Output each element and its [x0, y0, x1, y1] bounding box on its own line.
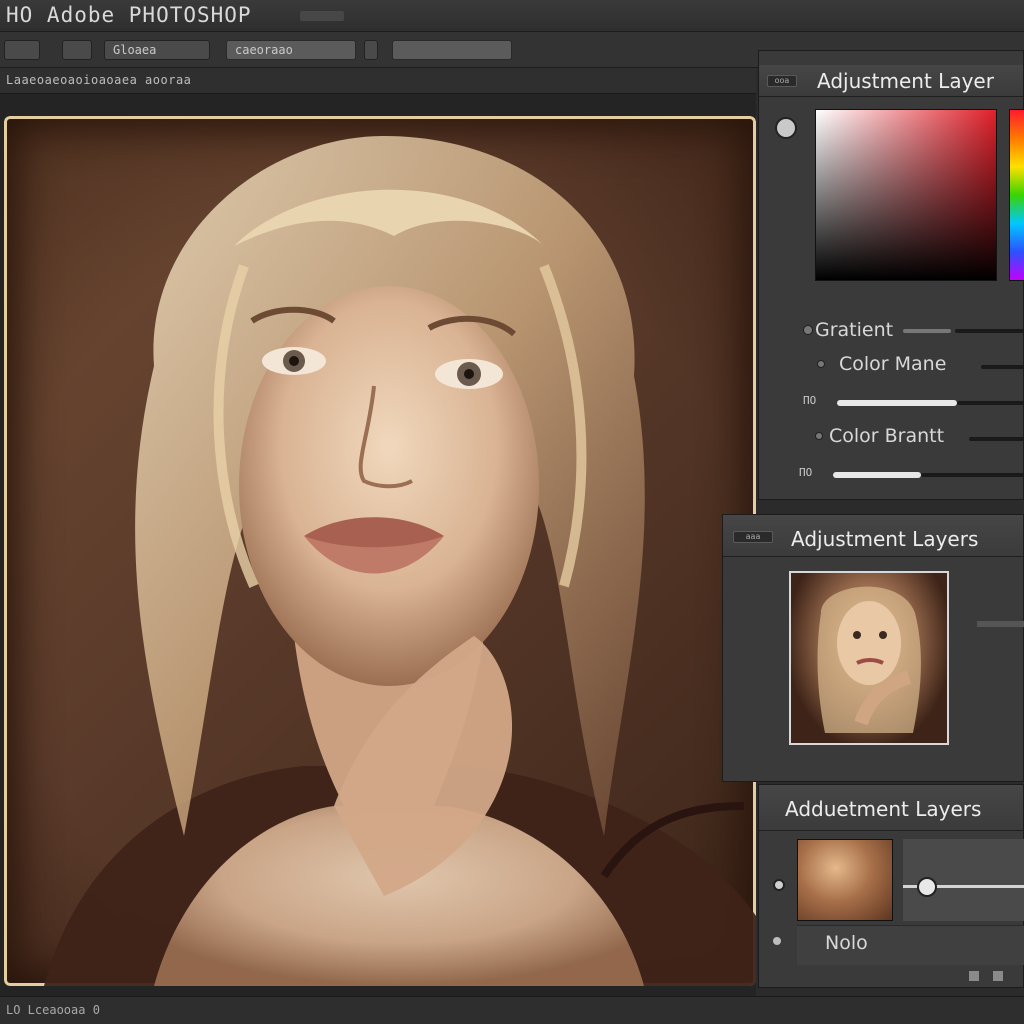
item-bullet	[815, 432, 823, 440]
adjustment-panel-title: Adduetment Layers	[785, 797, 982, 821]
thumbnail-image	[817, 586, 921, 733]
adjustment-item[interactable]: Gratient	[759, 319, 1024, 343]
portrait-image	[44, 136, 756, 986]
options-bar: Laaeoaeoaoioaoaea aooraa	[0, 68, 756, 94]
layers-panel-header: aaa Adjustment Layers	[723, 515, 1023, 557]
zoom-field[interactable]: caeoraao	[226, 40, 356, 60]
layer-name: Nolo	[825, 932, 868, 954]
hue-strip[interactable]	[1009, 109, 1024, 281]
status-text: LO Lceaooaa 0	[6, 1003, 100, 1017]
slider-row[interactable]: ПО	[759, 391, 1024, 415]
slider-track[interactable]	[921, 473, 1024, 477]
color-panel-title: Adjustment Layer	[817, 69, 994, 93]
adjustment-item-label: Color Mane	[839, 353, 947, 375]
title-bar: HO Adobe PHOTOSHOP	[0, 0, 1024, 32]
canvas-photo[interactable]	[4, 116, 756, 986]
panel-button[interactable]	[969, 971, 979, 981]
zoom-text: caeoraao	[235, 43, 293, 57]
item-bar	[955, 329, 1024, 333]
color-panel: ooa Adjustment Layer Gratient Color Mane…	[758, 50, 1024, 500]
layer-row[interactable]: Nolo	[797, 925, 1024, 965]
slider-tag: ПО	[803, 394, 817, 407]
status-bar: LO Lceaooaa 0	[0, 996, 1024, 1024]
adjustment-item-label: Color Brantt	[829, 425, 945, 447]
color-panel-tab[interactable]: ooa	[767, 75, 797, 87]
slider-tag: ПО	[799, 466, 813, 479]
color-picker-field[interactable]	[815, 109, 997, 281]
item-bar	[969, 437, 1024, 441]
adjustment-panel-header: Adduetment Layers	[759, 785, 1023, 831]
layer-slider-knob[interactable]	[917, 877, 937, 897]
layer-thumbnail[interactable]	[789, 571, 949, 745]
tool-chip[interactable]	[4, 40, 40, 60]
color-panel-header: ooa Adjustment Layer	[759, 65, 1023, 97]
adjustment-panel: Adduetment Layers Nolo	[758, 784, 1024, 988]
item-bar	[981, 365, 1024, 369]
layer-slider-area	[903, 839, 1024, 921]
layers-panel-tab[interactable]: aaa	[733, 531, 773, 543]
options-text: Laaeoaeoaoioaoaea aooraa	[6, 73, 192, 87]
layer-bullet	[773, 937, 781, 945]
item-bullet	[803, 325, 813, 335]
item-bullet	[817, 360, 825, 368]
cube-icon[interactable]	[775, 117, 797, 139]
eye-icon[interactable]	[773, 879, 785, 891]
layers-panel: aaa Adjustment Layers	[722, 514, 1024, 782]
slider-track[interactable]	[957, 401, 1024, 405]
window-tag[interactable]	[300, 11, 344, 21]
mode-select[interactable]: Gloaea	[104, 40, 210, 60]
panel-scroll-marker	[977, 621, 1024, 627]
adjustment-item[interactable]: Color Mane	[759, 353, 1024, 377]
panel-button[interactable]	[993, 971, 1003, 981]
layers-panel-title: Adjustment Layers	[791, 527, 979, 551]
app-title: HO Adobe PHOTOSHOP	[6, 3, 252, 27]
item-bar	[903, 329, 951, 333]
tool-chip[interactable]	[62, 40, 92, 60]
slider-fill	[837, 400, 957, 406]
layer-swatch[interactable]	[797, 839, 893, 921]
dropdown-toggle[interactable]	[364, 40, 378, 60]
mode-label: Gloaea	[113, 43, 157, 57]
slider-row[interactable]: ПО	[759, 463, 1024, 487]
adjustment-item-label: Gratient	[815, 319, 894, 341]
adjustment-item[interactable]: Color Brantt	[759, 425, 1024, 449]
slider-fill	[833, 472, 921, 478]
value-field[interactable]	[392, 40, 512, 60]
